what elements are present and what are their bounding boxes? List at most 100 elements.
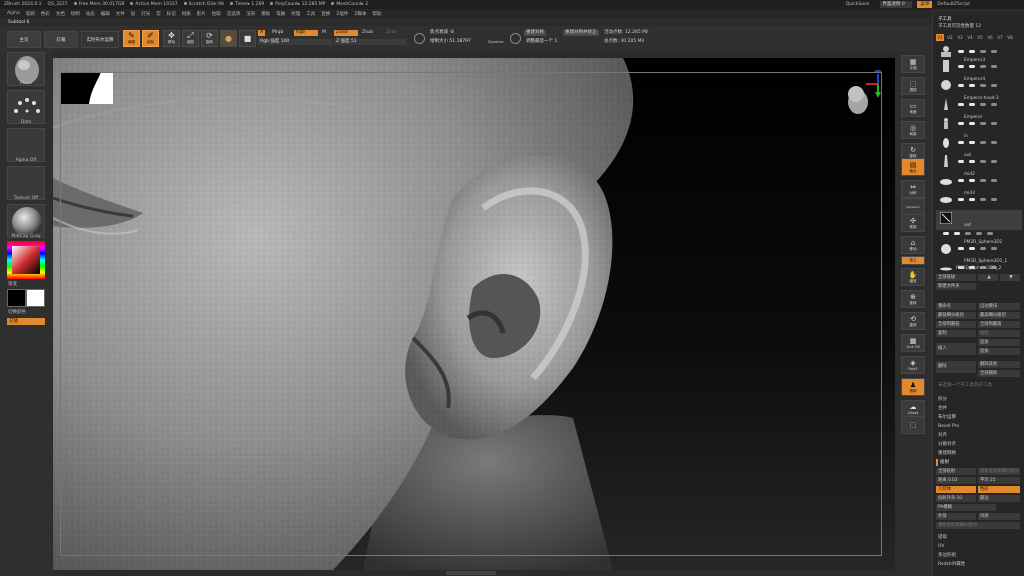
menu-tool[interactable]: 工具	[306, 11, 315, 17]
dist-slider[interactable]: 距离 0.02	[936, 477, 976, 484]
lock-button[interactable]: ⌂ 移动	[901, 236, 925, 254]
duplicate-button[interactable]: 追加	[978, 339, 1020, 346]
subtool-header[interactable]: 子工具	[936, 16, 1022, 23]
boolean-section[interactable]: 布尔运算	[936, 414, 1022, 421]
bottom-scroll-handle[interactable]	[446, 571, 496, 575]
menus-button[interactable]: 菜单	[917, 1, 933, 8]
menu-zscript[interactable]: Z脚本	[354, 11, 366, 17]
outer-toggle[interactable]: 外部	[936, 513, 976, 520]
menu-stroke[interactable]: 笔触	[276, 11, 285, 17]
subtool-item-last[interactable]: PM3D_Sphere3D1_2	[936, 265, 1022, 272]
geometry-toggle[interactable]: 几何体	[936, 486, 976, 493]
subtool-toggles[interactable]	[958, 160, 1018, 165]
quicksave-button[interactable]: QuickSave	[846, 2, 870, 7]
lightbox-button[interactable]: 灯箱	[44, 31, 78, 48]
dynamic-toggle[interactable]: Dynamic	[488, 39, 504, 45]
orientation-gizmo[interactable]	[838, 70, 886, 122]
focal-shift-slider[interactable]: 焦点衰减 -8	[428, 30, 502, 36]
line-fill-button[interactable]: ▩ Line Fill	[901, 334, 925, 352]
menu-transform[interactable]: 变换	[321, 11, 330, 17]
z-intensity-slider[interactable]: Z 强度 51	[334, 39, 406, 45]
alternate-button[interactable]: 交替	[7, 318, 45, 325]
menu-material[interactable]: 材质	[182, 11, 191, 17]
color-picker-button[interactable]: ■	[239, 30, 256, 47]
menu-preferences[interactable]: 首选项	[227, 11, 241, 17]
move-view-button[interactable]: ✋ 缩放	[901, 268, 925, 286]
subtool-item[interactable]: Emperor-head-3	[936, 96, 1022, 114]
floor-button[interactable]: ▭ 地面	[901, 99, 925, 117]
menu-alpha[interactable]: Alpha	[7, 11, 20, 16]
pa-blur-slider[interactable]: PA模糊	[936, 504, 996, 511]
xpose-button[interactable]: ⬚	[901, 416, 925, 434]
tile-button[interactable]: ▦ 平铺	[901, 55, 925, 73]
tab-v7[interactable]: V7	[996, 34, 1004, 41]
move-down-button[interactable]: ▼	[1000, 274, 1020, 281]
secondary-color-swatch[interactable]	[26, 289, 45, 307]
insert-button[interactable]: 插入	[936, 343, 976, 355]
rotate-view-button[interactable]: ⟲ 旋转	[901, 312, 925, 330]
all-low-subdiv-button[interactable]: 最低细分级别	[936, 312, 976, 319]
menu-light[interactable]: 灯光	[141, 11, 150, 17]
uv-section[interactable]: UV	[936, 543, 1022, 550]
subtool-toggles[interactable]	[958, 122, 1018, 127]
tab-v8[interactable]: V8	[1006, 34, 1014, 41]
material-sphere-button[interactable]: ●	[220, 30, 237, 47]
subtool-item-selected[interactable]: out	[936, 210, 1022, 230]
transparency-slider[interactable]: 界面透明 0	[880, 1, 913, 8]
all-low-button[interactable]: 全部低级	[936, 274, 976, 281]
edit-button[interactable]: ✎ 编辑	[123, 30, 140, 47]
scale-view-button[interactable]: ⊕ 旋转	[901, 290, 925, 308]
menu-brush[interactable]: 笔刷	[26, 11, 35, 17]
copy-button[interactable]: 复制	[936, 330, 976, 337]
subtool-toggles[interactable]	[958, 179, 1018, 184]
move-up-button[interactable]: ▲	[978, 274, 998, 281]
rotate-button[interactable]: ⟳ 旋转	[201, 30, 218, 47]
resym-button[interactable]: 重建对称	[524, 30, 546, 36]
subtool-item[interactable]: mid3	[936, 191, 1022, 209]
project-section[interactable]: 投射	[936, 459, 1022, 466]
inner-toggle[interactable]: 内部	[978, 513, 1020, 520]
tab-v3[interactable]: V3	[956, 34, 964, 41]
subtool-item[interactable]: Emperor3	[936, 58, 1022, 76]
delete-button[interactable]: 删除	[936, 361, 976, 373]
texture-slot[interactable]	[7, 166, 45, 200]
tab-v4[interactable]: V4	[966, 34, 974, 41]
draw-button[interactable]: ✐ 绘制	[142, 30, 159, 47]
menu-movie[interactable]: 影片	[197, 11, 206, 17]
mean-slider[interactable]: 平均 25	[978, 477, 1020, 484]
menu-macro[interactable]: 宏	[156, 11, 161, 17]
menu-layer[interactable]: 层	[131, 11, 136, 17]
subtool-toggles[interactable]	[958, 198, 1018, 203]
delete-others-button[interactable]: 删除其他	[978, 361, 1020, 368]
polygroups-section[interactable]: 多边形组	[936, 552, 1022, 559]
primary-color-swatch[interactable]	[7, 289, 26, 307]
menu-stencil[interactable]: 模板	[261, 11, 270, 17]
m-toggle[interactable]: M	[322, 30, 326, 36]
menu-draw[interactable]: 绘制	[71, 11, 80, 17]
project-all-button[interactable]: 全部投射	[936, 468, 976, 475]
solo-button[interactable]: 独立	[901, 256, 925, 265]
subtool-toggles[interactable]	[958, 103, 1018, 108]
subtool-toggles[interactable]	[958, 50, 1018, 55]
split-section[interactable]: 拆分	[936, 396, 1022, 403]
home-button[interactable]: 主页	[7, 31, 41, 48]
all-to-low-button[interactable]: 全部到最低	[936, 321, 976, 328]
subtool-toggles[interactable]	[958, 247, 1018, 252]
menu-edit[interactable]: 编辑	[101, 11, 110, 17]
menu-document[interactable]: 文档	[56, 11, 65, 17]
polyframe-button[interactable]: ◈ PolyF	[901, 356, 925, 374]
redshift-section[interactable]: Redshift属性	[936, 561, 1022, 568]
align-section[interactable]: 对齐	[936, 432, 1022, 439]
tab-v5[interactable]: V5	[976, 34, 984, 41]
subtool-toggles[interactable]	[958, 65, 1018, 70]
frame-button[interactable]: ▤ 聚合	[901, 158, 925, 176]
adjust-last-slider[interactable]: 调整最后一个 1	[524, 39, 600, 45]
a-toggle[interactable]: A	[258, 30, 266, 36]
persp-button[interactable]: ⬚ 透视	[901, 77, 925, 95]
tab-v2[interactable]: V2	[946, 34, 954, 41]
subtool-item[interactable]: in	[936, 134, 1022, 152]
rgb-toggle[interactable]: Rgb	[294, 30, 318, 36]
subtool-toggles[interactable]	[958, 84, 1018, 89]
delete-all-button[interactable]: 全部删除	[978, 370, 1020, 377]
subtool-item[interactable]: mid2	[936, 172, 1022, 190]
